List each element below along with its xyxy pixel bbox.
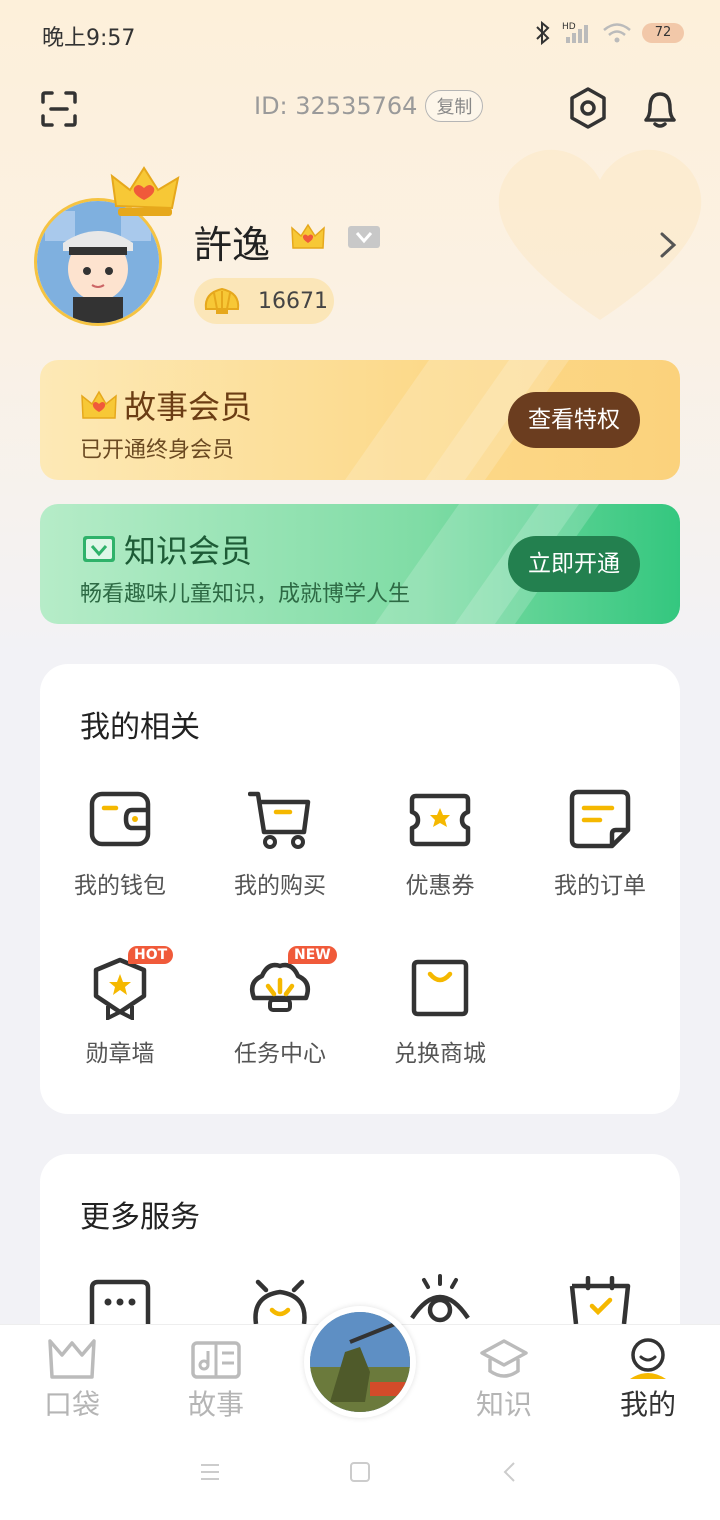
- orders-label: 我的订单: [554, 873, 646, 899]
- activate-now-button[interactable]: 立即开通: [508, 536, 640, 592]
- home-square-icon[interactable]: [348, 1460, 372, 1484]
- bluetooth-icon: [536, 20, 550, 46]
- knowledge-vip-badge-icon[interactable]: [346, 222, 382, 252]
- purchases-entry[interactable]: 我的购买: [200, 788, 360, 918]
- svg-text:HD: HD: [562, 22, 576, 32]
- eye-icon[interactable]: [408, 1272, 472, 1324]
- chevron-right-icon[interactable]: [656, 230, 680, 260]
- story-card-title-row: 故事会员: [80, 382, 252, 428]
- system-navigation-bar: [0, 1424, 720, 1520]
- section-title: 我的相关: [80, 710, 200, 745]
- story-card-title: 故事会员: [124, 388, 253, 426]
- status-bar: 晚上9:57 HD 72: [0, 0, 720, 70]
- tab-story-label: 故事: [187, 1388, 244, 1421]
- crown-badge-icon: [81, 390, 117, 419]
- medal-icon: [93, 957, 147, 1020]
- now-playing-cover: [310, 1312, 410, 1412]
- tab-story[interactable]: 故事: [156, 1325, 276, 1425]
- wifi-icon: [603, 23, 631, 43]
- user-id: ID: 32535764: [254, 92, 418, 120]
- cart-icon: [248, 791, 311, 849]
- story-membership-card[interactable]: 故事会员 已开通终身会员 查看特权: [40, 360, 680, 480]
- knowledge-membership-card[interactable]: 知识会员 畅看趣味儿童知识，成就博学人生 立即开通: [40, 504, 680, 624]
- wallet-label: 我的钱包: [74, 873, 166, 899]
- task-center-entry[interactable]: NEW 任务中心: [200, 946, 360, 1086]
- notification-bell-icon[interactable]: [638, 86, 682, 130]
- story-card-subtitle: 已开通终身会员: [80, 438, 235, 463]
- tab-knowledge[interactable]: 知识: [444, 1325, 564, 1425]
- shop-bag-icon: [411, 959, 469, 1017]
- purchases-label: 我的购买: [234, 873, 326, 899]
- knowledge-card-subtitle: 畅看趣味儿童知识，成就博学人生: [80, 582, 411, 607]
- wallet-entry[interactable]: 我的钱包: [40, 788, 200, 918]
- copy-id-button[interactable]: 复制: [425, 90, 484, 122]
- alarm-clock-icon[interactable]: [248, 1276, 312, 1324]
- tab-pocket-label: 口袋: [43, 1388, 100, 1421]
- knowledge-card-title: 知识会员: [124, 532, 253, 570]
- battery-indicator: 72: [642, 23, 684, 43]
- shell-coin-icon: [204, 287, 240, 314]
- my-related-panel: 我的相关 我的钱包 我的购买 优惠券 我的订单 HOT 勋章墙 NEW 任务中心…: [40, 664, 680, 1114]
- section-title: 更多服务: [80, 1200, 200, 1235]
- coupons-entry[interactable]: 优惠券: [360, 788, 520, 918]
- status-icons: HD 72: [534, 20, 684, 46]
- settings-icon[interactable]: [566, 86, 610, 130]
- exchange-mall-label: 兑换商城: [394, 1041, 486, 1067]
- back-chevron-icon[interactable]: [498, 1460, 522, 1484]
- user-id-row: ID: 32535764 复制: [254, 90, 484, 122]
- medal-wall-label: 勋章墙: [85, 1041, 155, 1067]
- task-center-label: 任务中心: [234, 1041, 326, 1067]
- menu-icon[interactable]: [198, 1460, 222, 1484]
- message-icon[interactable]: [88, 1278, 152, 1324]
- tab-knowledge-label: 知识: [475, 1388, 532, 1421]
- story-vip-badge-icon[interactable]: [290, 222, 326, 252]
- task-icon: [250, 962, 310, 1012]
- status-time: 晚上9:57: [42, 26, 136, 51]
- knowledge-book-icon: [83, 536, 115, 562]
- tab-mine-label: 我的: [619, 1388, 676, 1421]
- orders-entry[interactable]: 我的订单: [520, 788, 680, 918]
- now-playing-disc[interactable]: [304, 1306, 416, 1418]
- signal-icon: HD: [562, 22, 588, 43]
- shells-count: 16671: [258, 288, 328, 314]
- pocket-icon: [48, 1339, 96, 1379]
- wallet-icon: [89, 791, 151, 847]
- coupon-icon: [409, 793, 471, 847]
- coupons-label: 优惠券: [405, 873, 475, 899]
- heart-decoration-icon: [498, 149, 702, 320]
- scan-icon[interactable]: [40, 90, 78, 128]
- hot-tag: HOT: [128, 946, 174, 964]
- order-icon: [569, 789, 631, 849]
- graduation-cap-icon: [480, 1339, 528, 1378]
- tab-mine[interactable]: 我的: [588, 1325, 708, 1425]
- story-book-icon: [191, 1341, 241, 1379]
- knowledge-card-title-row: 知识会员: [80, 526, 252, 572]
- view-privileges-button[interactable]: 查看特权: [508, 392, 640, 448]
- new-tag: NEW: [288, 946, 337, 964]
- crown-icon: [110, 166, 180, 216]
- username: 許逸: [194, 223, 271, 267]
- medal-wall-entry[interactable]: HOT 勋章墙: [40, 946, 200, 1086]
- shells-balance[interactable]: 16671: [194, 278, 334, 324]
- tab-pocket[interactable]: 口袋: [12, 1325, 132, 1425]
- cover-art-image: [310, 1312, 410, 1412]
- exchange-mall-entry[interactable]: 兑换商城: [360, 956, 520, 1086]
- profile-icon: [630, 1338, 666, 1379]
- checkin-calendar-icon[interactable]: [568, 1276, 632, 1324]
